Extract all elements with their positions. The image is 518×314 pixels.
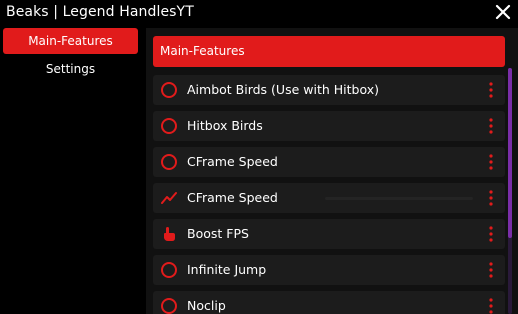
toggle-ring-icon[interactable] bbox=[161, 82, 177, 98]
feature-row-hitbox-birds[interactable]: Hitbox Birds bbox=[153, 111, 505, 141]
feature-row-infinite-jump[interactable]: Infinite Jump bbox=[153, 255, 505, 285]
feature-row-noclip[interactable]: Noclip bbox=[153, 291, 505, 314]
hand-pointer-icon bbox=[164, 227, 175, 241]
feature-label: Infinite Jump bbox=[187, 262, 267, 277]
toggle-ring-icon[interactable] bbox=[161, 298, 177, 314]
scrollbar-thumb[interactable] bbox=[508, 68, 512, 238]
close-icon[interactable] bbox=[494, 3, 512, 21]
trend-line-icon bbox=[161, 192, 177, 204]
sidebar: Main-Features Settings bbox=[0, 28, 146, 314]
more-options-icon[interactable] bbox=[489, 82, 493, 98]
toggle-ring-icon[interactable] bbox=[161, 118, 177, 134]
title-bar: Beaks | Legend HandlesYT bbox=[0, 0, 518, 28]
section-header: Main-Features bbox=[153, 36, 505, 67]
feature-row-cframe-speed-toggle[interactable]: CFrame Speed bbox=[153, 147, 505, 177]
more-options-icon[interactable] bbox=[489, 154, 493, 170]
more-options-icon[interactable] bbox=[489, 118, 493, 134]
feature-row-boost-fps[interactable]: Boost FPS bbox=[153, 219, 505, 249]
toggle-ring-icon[interactable] bbox=[161, 154, 177, 170]
sidebar-item-main-features[interactable]: Main-Features bbox=[3, 28, 138, 54]
sidebar-item-settings[interactable]: Settings bbox=[3, 56, 138, 82]
more-options-icon[interactable] bbox=[489, 262, 493, 278]
window-title: Beaks | Legend HandlesYT bbox=[6, 4, 194, 20]
feature-label: Aimbot Birds (Use with Hitbox) bbox=[187, 82, 379, 97]
main-panel: Main-Features Aimbot Birds (Use with Hit… bbox=[146, 28, 518, 314]
more-options-icon[interactable] bbox=[489, 298, 493, 314]
feature-row-aimbot-birds[interactable]: Aimbot Birds (Use with Hitbox) bbox=[153, 75, 505, 105]
more-options-icon[interactable] bbox=[489, 190, 493, 206]
feature-label: Hitbox Birds bbox=[187, 118, 263, 133]
feature-label: CFrame Speed bbox=[187, 190, 278, 205]
toggle-ring-icon[interactable] bbox=[161, 262, 177, 278]
feature-label: Noclip bbox=[187, 298, 226, 313]
more-options-icon[interactable] bbox=[489, 226, 493, 242]
feature-label: CFrame Speed bbox=[187, 154, 278, 169]
feature-row-cframe-speed-slider[interactable]: CFrame Speed bbox=[153, 183, 505, 213]
speed-slider[interactable] bbox=[325, 197, 473, 200]
feature-label: Boost FPS bbox=[187, 226, 249, 241]
